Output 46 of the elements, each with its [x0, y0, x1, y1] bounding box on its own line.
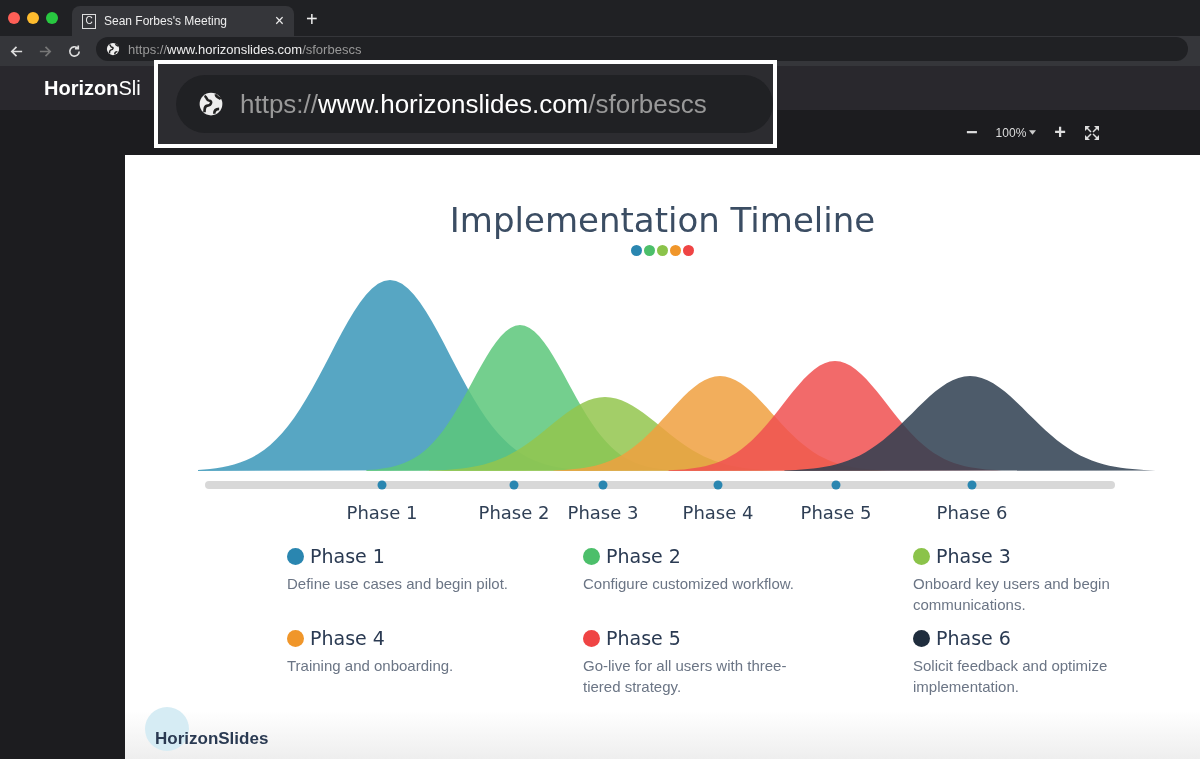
phase-heading: Phase 4: [310, 627, 385, 649]
new-tab-button[interactable]: +: [294, 8, 330, 36]
caret-icon: [1029, 130, 1037, 135]
phase-heading: Phase 5: [606, 627, 681, 649]
phase-description: Onboard key users and begin communications.: [913, 574, 1111, 615]
timeline-dot: [713, 480, 723, 490]
timeline-label: Phase 3: [567, 502, 639, 523]
timeline-dot: [831, 480, 841, 490]
phase-description: Configure customized workflow.: [583, 574, 795, 594]
close-tab-button[interactable]: ×: [274, 12, 284, 30]
minimize-window-icon[interactable]: [27, 12, 39, 24]
app-logo: HorizonSli: [44, 76, 141, 100]
phase-description: Training and onboarding.: [287, 656, 455, 676]
phase-heading: Phase 2: [606, 545, 681, 567]
timeline-label: Phase 4: [682, 502, 754, 523]
footer-logo: HorizonSlides: [155, 729, 269, 749]
phase-heading: Phase 6: [936, 627, 1011, 649]
timeline-label: Phase 1: [346, 502, 418, 523]
phase-description: Solicit feedback and optimize implementation.: [913, 656, 1109, 697]
fullscreen-icon[interactable]: [1084, 124, 1100, 141]
timeline-dot: [598, 480, 608, 490]
maximize-window-icon[interactable]: [46, 12, 58, 24]
timeline-label: Phase 5: [800, 502, 872, 523]
timeline-dot: [377, 480, 387, 490]
timeline-dot: [967, 480, 977, 490]
zoom-dropdown[interactable]: 100%: [995, 125, 1037, 140]
phase-heading: Phase 3: [936, 545, 1011, 567]
globe-icon: [198, 91, 224, 117]
address-bar[interactable]: https://www.horizonslides.com/sforbescs: [96, 37, 1188, 61]
url-text: https://www.horizonslides.com/sforbescs: [240, 88, 707, 120]
close-window-icon[interactable]: [8, 12, 20, 24]
phase-heading: Phase 1: [310, 545, 385, 567]
phase-description: Define use cases and begin pilot.: [287, 574, 509, 594]
timeline-label: Phase 2: [478, 502, 550, 523]
zoom-out-button[interactable]: −: [965, 121, 978, 144]
zoom-in-button[interactable]: +: [1054, 121, 1066, 144]
timeline-dot: [509, 480, 519, 490]
favicon-icon: C: [82, 13, 96, 29]
tab-title: Sean Forbes's Meeting: [104, 14, 229, 28]
slide-title: Implementation Timeline: [448, 199, 877, 241]
globe-icon: [106, 42, 120, 56]
timeline-label: Phase 6: [936, 502, 1008, 523]
url-text: https://www.horizonslides.com/sforbescs: [128, 41, 362, 57]
browser-tab[interactable]: C Sean Forbes's Meeting ×: [72, 6, 294, 36]
phase-description: Go-live for all users with three-tiered strategy.: [583, 656, 788, 697]
reload-icon[interactable]: [67, 43, 82, 59]
